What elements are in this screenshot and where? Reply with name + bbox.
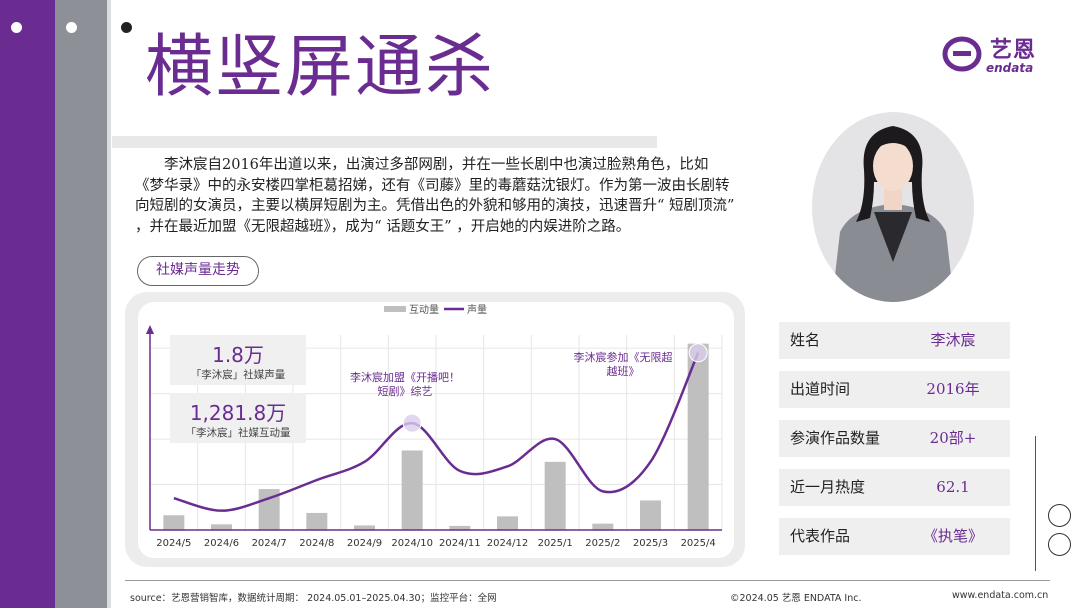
info-row-name: 姓名 李沐宸 bbox=[779, 322, 1010, 359]
info-label: 姓名 bbox=[790, 331, 821, 349]
info-label: 出道时间 bbox=[790, 380, 851, 398]
info-row-debut: 出道时间 2016年 bbox=[779, 371, 1010, 408]
info-value: 20部+ bbox=[929, 429, 977, 447]
x-tick-labels: 2024/5 2024/6 2024/7 2024/8 2024/9 2024/10 202… bbox=[156, 538, 716, 549]
stat-volume-label: 「李沐宸」社媒声量 bbox=[190, 369, 286, 381]
x-tick-label: 2024/9 bbox=[347, 538, 382, 549]
info-value: 2016年 bbox=[926, 380, 980, 398]
x-tick-label: 2025/1 bbox=[538, 538, 573, 549]
annotation-line: 越班》 bbox=[606, 365, 640, 378]
info-label: 代表作品 bbox=[790, 527, 851, 545]
x-tick-label: 2024/8 bbox=[299, 538, 334, 549]
info-label: 参演作品数量 bbox=[790, 429, 881, 447]
x-tick-label: 2024/6 bbox=[204, 538, 239, 549]
bar-2024/12 bbox=[497, 516, 518, 530]
stat-volume-value: 1.8万 bbox=[212, 343, 264, 367]
decor-vertical-line bbox=[1035, 436, 1036, 571]
legend-bar-label: 互动量 bbox=[409, 304, 439, 316]
bar-2024/10 bbox=[401, 450, 423, 530]
x-tick-label: 2024/5 bbox=[156, 538, 191, 549]
annotation-infinity-class: 李沐宸参加《无限超 越班》 bbox=[548, 351, 698, 379]
x-tick-label: 2024/10 bbox=[391, 538, 433, 549]
x-tick-label: 2025/2 bbox=[585, 538, 620, 549]
bar-2024/6 bbox=[211, 524, 232, 530]
footer-divider bbox=[125, 580, 1050, 581]
bar-2024/5 bbox=[163, 515, 185, 530]
highlight-marker bbox=[402, 413, 422, 433]
stat-box-volume: 1.8万 「李沐宸」社媒声量 bbox=[170, 335, 306, 385]
x-tick-label: 2024/11 bbox=[439, 538, 481, 549]
x-tick-label: 2024/12 bbox=[487, 538, 529, 549]
decor-circle bbox=[1048, 533, 1071, 556]
annotation-variety-show: 李沐宸加盟《开播吧！ 短剧》综艺 bbox=[330, 371, 480, 399]
y-axis-arrow bbox=[146, 325, 154, 334]
info-value: 62.1 bbox=[936, 478, 970, 496]
x-tick-label: 2025/4 bbox=[681, 538, 716, 549]
bar-2025/1 bbox=[544, 461, 566, 530]
stat-box-interaction: 1,281.8万 「李沐宸」社媒互动量 bbox=[170, 393, 306, 443]
info-row-works: 参演作品数量 20部+ bbox=[779, 420, 1010, 457]
social-trend-chart: 2024/5 2024/6 2024/7 2024/8 2024/9 2024/10 202… bbox=[146, 303, 723, 549]
info-value: 李沐宸 bbox=[930, 331, 976, 349]
chart-legend: 互动量 声量 bbox=[384, 303, 487, 316]
bar-2024/8 bbox=[306, 512, 328, 530]
info-row-heat: 近一月热度 62.1 bbox=[779, 469, 1010, 506]
footer-source: source：艺恩营销智库，数据统计周期： 2024.05.01–2025.04… bbox=[130, 593, 497, 604]
stat-interaction-value: 1,281.8万 bbox=[189, 401, 287, 425]
stat-interaction-label: 「李沐宸」社媒互动量 bbox=[185, 427, 291, 439]
info-label: 近一月热度 bbox=[790, 478, 866, 496]
info-value: 《执笔》 bbox=[922, 527, 983, 545]
legend-bar-swatch bbox=[384, 306, 406, 312]
footer-website: www.endata.com.cn bbox=[952, 590, 1049, 601]
decor-circle bbox=[1048, 504, 1071, 527]
x-tick-label: 2025/3 bbox=[633, 538, 668, 549]
info-row-representative: 代表作品 《执笔》 bbox=[779, 518, 1010, 555]
legend-line-label: 声量 bbox=[467, 303, 487, 316]
x-tick-label: 2024/7 bbox=[252, 538, 287, 549]
annotation-line: 短剧》综艺 bbox=[377, 385, 433, 398]
annotation-line: 李沐宸加盟《开播吧！ bbox=[350, 371, 460, 384]
footer-copyright: ©2024.05 艺恩 ENDATA Inc. bbox=[730, 593, 862, 604]
bar-2025/3 bbox=[640, 500, 661, 530]
bar-2025/2 bbox=[592, 523, 614, 530]
annotation-line: 李沐宸参加《无限超 bbox=[573, 351, 673, 364]
